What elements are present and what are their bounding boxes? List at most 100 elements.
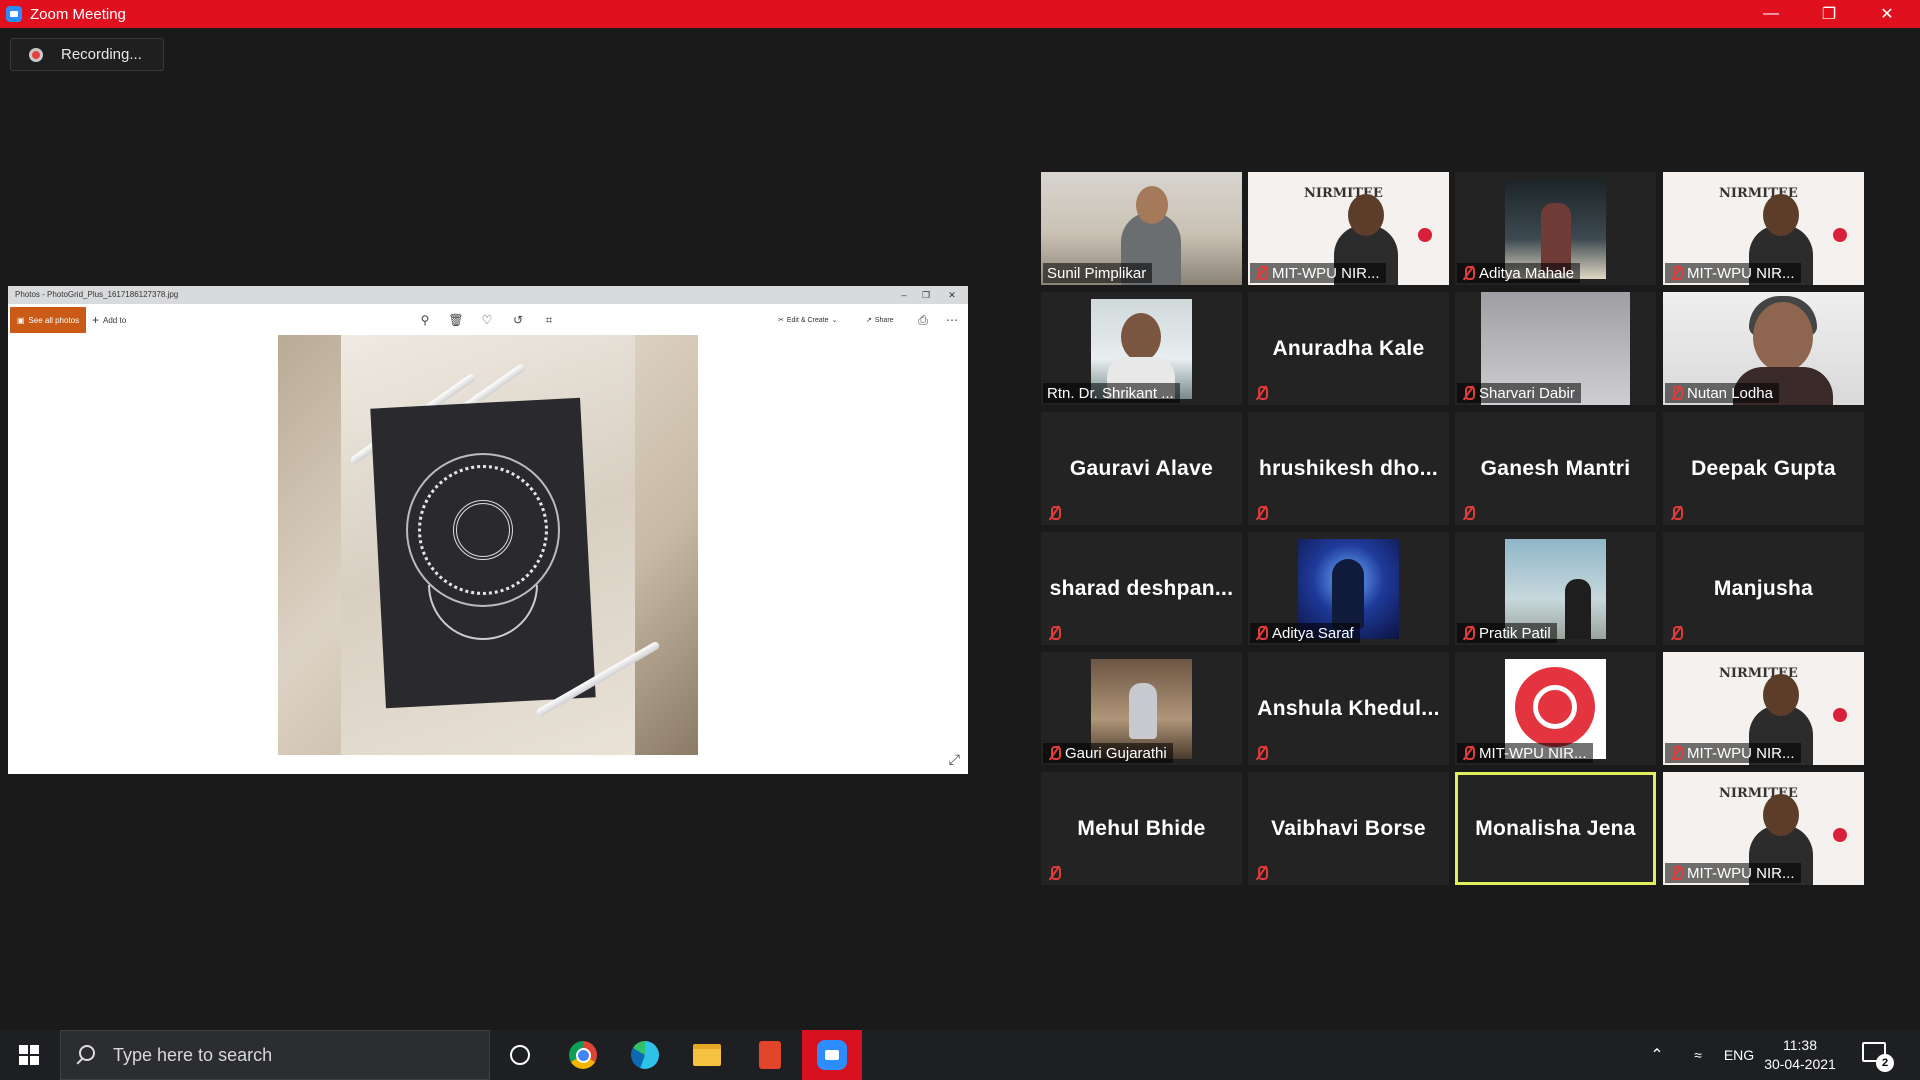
participant-tile[interactable]: Anshula Khedul... (1248, 652, 1449, 765)
muted-mic-icon (1461, 625, 1475, 641)
edit-create-button[interactable]: ✂ Edit & Create ⌄ (778, 310, 837, 330)
edge-icon (631, 1041, 659, 1069)
photos-close-button[interactable]: ✕ (938, 286, 966, 304)
participant-tile[interactable]: Nutan Lodha (1663, 292, 1864, 405)
see-all-photos-label: See all photos (28, 315, 80, 325)
file-explorer-taskbar-button[interactable] (687, 1035, 727, 1075)
participant-tile[interactable]: Gauravi Alave (1041, 412, 1242, 525)
participant-tile[interactable]: Manjusha (1663, 532, 1864, 645)
participant-tile[interactable]: Sunil Pimplikar (1041, 172, 1242, 285)
see-all-photos-button[interactable]: ▣ See all photos (10, 307, 86, 333)
muted-mic-icon (1669, 865, 1683, 881)
favorite-icon[interactable]: ♡ (477, 310, 497, 330)
plus-icon: + (92, 313, 100, 327)
participant-tile[interactable]: sharad deshpan... (1041, 532, 1242, 645)
participant-nameplate: Aditya Mahale (1457, 263, 1581, 283)
language-indicator[interactable]: ENG (1722, 1030, 1756, 1080)
muted-mic-icon (1669, 265, 1683, 281)
participant-name: Gauravi Alave (1069, 456, 1214, 480)
recording-indicator[interactable]: Recording... (10, 38, 164, 71)
muted-mic-icon (1254, 625, 1268, 641)
participant-nameplate: Gauri Gujarathi (1043, 743, 1173, 763)
participant-nameplate: MIT-WPU NIR... (1665, 863, 1801, 883)
participant-head (1348, 194, 1384, 236)
participant-head (1136, 186, 1168, 224)
title-bar: Zoom Meeting — ❐ ✕ (0, 0, 1920, 28)
mandala-center (453, 500, 513, 560)
participant-tile[interactable]: Aditya Saraf (1248, 532, 1449, 645)
participant-tile[interactable]: Mehul Bhide (1041, 772, 1242, 885)
muted-mic-icon (1047, 865, 1061, 881)
clock-date: 30-04-2021 (1764, 1056, 1836, 1072)
close-button[interactable]: ✕ (1858, 0, 1916, 28)
participant-tile[interactable]: NIRMITEE MIT-WPU NIR... (1248, 172, 1449, 285)
muted-mic-icon (1461, 745, 1475, 761)
participant-name: Anshula Khedul... (1257, 696, 1440, 720)
participant-tile[interactable]: NIRMITEE MIT-WPU NIR... (1663, 172, 1864, 285)
participant-nameplate: MIT-WPU NIR... (1665, 743, 1801, 763)
muted-mic-icon (1047, 745, 1061, 761)
muted-mic-icon (1047, 625, 1061, 641)
muted-mic-icon (1254, 265, 1268, 281)
participant-tile[interactable]: Vaibhavi Borse (1248, 772, 1449, 885)
participant-tile[interactable]: Pratik Patil (1455, 532, 1656, 645)
participant-tile[interactable]: hrushikesh dho... (1248, 412, 1449, 525)
show-hidden-icons-button[interactable]: ⌃ (1645, 1030, 1669, 1080)
zoom-taskbar-button[interactable] (802, 1030, 862, 1080)
crop-icon[interactable]: ⌗ (539, 310, 559, 330)
participant-tile[interactable]: NIRMITEE MIT-WPU NIR... (1663, 652, 1864, 765)
edge-taskbar-button[interactable] (625, 1035, 665, 1075)
participant-tile[interactable]: Monalisha Jena (1455, 772, 1656, 885)
muted-mic-icon (1461, 385, 1475, 401)
participant-figure (1129, 683, 1157, 739)
chrome-taskbar-button[interactable] (563, 1035, 603, 1075)
folder-icon (693, 1044, 721, 1066)
participant-name: Vaibhavi Borse (1271, 816, 1426, 840)
taskbar-search-box[interactable]: Type here to search (60, 1030, 490, 1080)
office-taskbar-button[interactable] (750, 1035, 790, 1075)
taskbar-clock[interactable]: 11:38 30-04-2021 (1760, 1036, 1840, 1074)
photos-restore-button[interactable]: ❐ (912, 286, 940, 304)
participant-tile[interactable]: Aditya Mahale (1455, 172, 1656, 285)
rotate-icon[interactable]: ↺ (508, 310, 528, 330)
window-title: Zoom Meeting (30, 5, 126, 23)
participant-tile[interactable]: Gauri Gujarathi (1041, 652, 1242, 765)
participant-tile[interactable]: NIRMITEE MIT-WPU NIR... (1663, 772, 1864, 885)
cortana-button[interactable] (500, 1035, 540, 1075)
print-icon[interactable]: ⎙ (913, 310, 933, 330)
participant-name: Pratik Patil (1479, 624, 1551, 642)
participant-name: MIT-WPU NIR... (1479, 744, 1587, 762)
participant-tile[interactable]: MIT-WPU NIR... (1455, 652, 1656, 765)
muted-mic-icon (1254, 385, 1268, 401)
photos-toolbar: ▣ See all photos + Add to ⚲ 🗑 ♡ ↺ ⌗ ✂ Ed… (8, 304, 968, 334)
start-button[interactable] (0, 1030, 58, 1080)
participant-nameplate: Sharvari Dabir (1457, 383, 1581, 403)
participant-tile[interactable]: Ganesh Mantri (1455, 412, 1656, 525)
participant-tile[interactable]: Rtn. Dr. Shrikant ... (1041, 292, 1242, 405)
participant-head (1763, 794, 1799, 836)
muted-mic-icon (1669, 745, 1683, 761)
wifi-icon[interactable]: ≈ (1684, 1030, 1712, 1080)
expand-icon[interactable]: ⤢ (949, 751, 960, 768)
zoom-in-icon[interactable]: ⚲ (415, 310, 435, 330)
participant-nameplate: Nutan Lodha (1665, 383, 1779, 403)
more-options-icon[interactable]: ⋯ (942, 310, 962, 330)
add-to-button[interactable]: + Add to (92, 307, 126, 333)
minimize-button[interactable]: — (1742, 0, 1800, 28)
delete-icon[interactable]: 🗑 (446, 310, 466, 330)
restore-button[interactable]: ❐ (1800, 0, 1858, 28)
participant-name: Ganesh Mantri (1480, 456, 1631, 480)
windows-taskbar: Type here to search ⌃ ≈ ENG 11:38 30-04-… (0, 1030, 1920, 1080)
participant-name: Monalisha Jena (1475, 816, 1636, 840)
participant-nameplate: Rtn. Dr. Shrikant ... (1043, 383, 1180, 403)
participant-tile[interactable]: Anuradha Kale (1248, 292, 1449, 405)
muted-mic-icon (1669, 505, 1683, 521)
game-character (1332, 559, 1364, 629)
participant-name: MIT-WPU NIR... (1687, 864, 1795, 882)
share-button[interactable]: ↗ Share (866, 310, 894, 330)
participant-name: Gauri Gujarathi (1065, 744, 1167, 762)
participant-tile[interactable]: Deepak Gupta (1663, 412, 1864, 525)
participant-tile[interactable]: Sharvari Dabir (1455, 292, 1656, 405)
notification-count-badge: 2 (1876, 1054, 1894, 1072)
zoom-icon (817, 1040, 847, 1070)
